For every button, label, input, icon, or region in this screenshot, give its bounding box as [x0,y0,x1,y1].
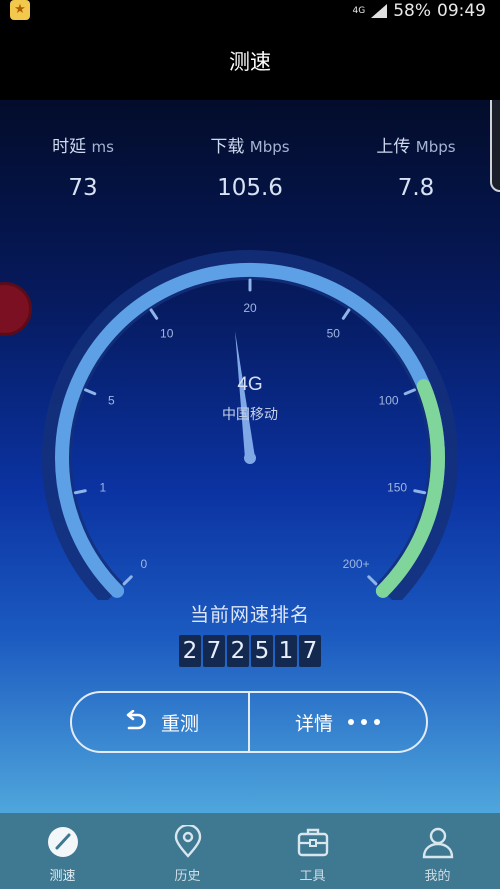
status-bar: ★ 4G 58% 09:49 [0,0,500,22]
gauge-scale-label: 1 [100,480,107,494]
gauge-network-type: 4G [237,374,262,395]
more-dots-icon [348,719,380,725]
toolbox-icon [297,828,328,857]
gauge-tick [122,575,133,586]
rank-digit: 7 [299,635,321,667]
rank-digit: 2 [179,635,201,667]
nav-item-history[interactable]: 历史 [125,813,250,889]
rank-digit: 2 [227,635,249,667]
network-type-text: 4G [352,5,366,16]
gauge-tick [403,388,416,396]
gauge-tick [149,308,159,320]
gauge-scale-label: 10 [160,326,174,340]
gauge-scale-label: 0 [141,557,148,571]
speed-test-panel: 时延 ms 73 下载 Mbps 105.6 上传 Mbps 7.8 0 1 5 10… [0,100,500,813]
rank-digit: 7 [203,635,225,667]
status-indicators: 4G 58% 09:49 [353,0,487,22]
signal-icon [371,4,388,18]
gauge-tick [84,388,97,396]
title-bar: 测速 [0,22,500,100]
gauge-scale-label: 5 [108,394,115,408]
gauge-needle-hub [244,452,256,464]
rank-digit: 5 [251,635,273,667]
speed-gauge: 0 1 5 10 20 50 100 150 200+ 4G 中国移动 [42,250,458,600]
action-pill: 重测 详情 [70,691,428,753]
nav-item-speedtest[interactable]: 测速 [0,813,125,889]
gauge-scale-label: 150 [387,480,407,494]
bottom-nav: 测速 历史 工具 我的 [0,813,500,889]
gauge-scale-label: 200+ [343,557,370,571]
speedometer-icon [47,827,78,857]
user-icon [422,827,453,859]
clock-text: 09:49 [437,1,486,21]
nav-label: 历史 [174,869,201,884]
details-button[interactable]: 详情 [250,693,426,751]
gauge-scale-label: 100 [379,394,399,408]
gauge-tick [413,489,427,495]
gauge-tick [341,308,351,320]
battery-text: 58% [393,1,431,21]
gauge-scale-label: 20 [243,301,257,315]
gauge-scale-label: 50 [327,326,341,340]
nav-item-profile[interactable]: 我的 [375,813,500,889]
retest-label: 重测 [160,712,199,735]
app-notification-icon: ★ [10,0,30,20]
nav-label: 工具 [299,869,326,884]
gauge-carrier: 中国移动 [222,407,278,423]
location-pin-icon [174,825,201,858]
rank-digit: 1 [275,635,297,667]
undo-icon [126,710,146,730]
page-title: 测速 [229,50,271,74]
gauge-tick [73,489,87,495]
retest-button[interactable]: 重测 [72,693,248,751]
details-label: 详情 [294,712,333,735]
rank-title: 当前网速排名 [189,604,310,626]
nav-label: 我的 [424,869,451,884]
gauge-tick [367,575,378,586]
rank-digits: 2 7 2 5 1 7 [0,635,500,667]
nav-label: 测速 [49,869,76,884]
nav-item-tools[interactable]: 工具 [250,813,375,889]
